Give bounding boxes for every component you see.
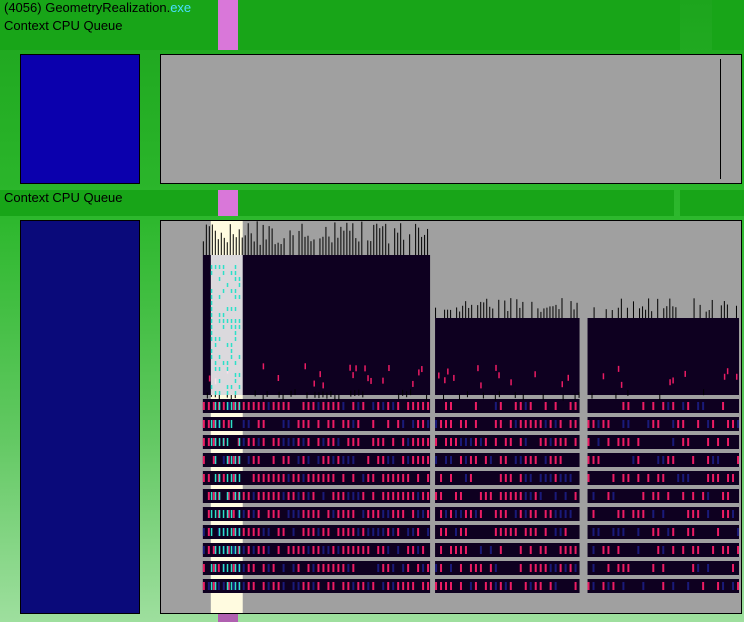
time-cursor[interactable] [218,0,238,18]
time-cursor[interactable] [218,190,238,216]
queue-header-1[interactable]: Context CPU Queue [4,18,123,33]
mini-overview-1[interactable] [20,54,140,184]
process-label: (4056) GeometryRealization.exe [4,0,191,15]
timeline-1[interactable] [160,54,742,184]
timeline1-tick [720,59,721,179]
timeline-2-flamegraph[interactable] [160,220,742,614]
queue-header-2[interactable]: Context CPU Queue [4,190,123,205]
flamegraph-canvas[interactable] [161,221,741,613]
time-cursor[interactable] [218,18,238,50]
time-cursor-tail[interactable] [218,614,238,622]
mini-overview-2[interactable] [20,220,140,614]
